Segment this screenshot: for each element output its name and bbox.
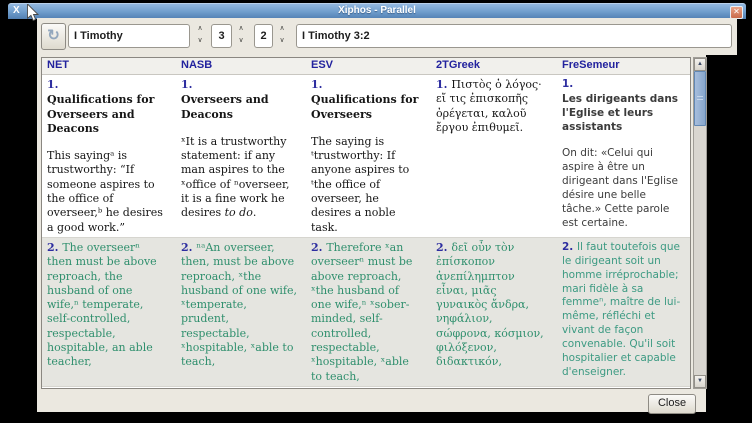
verse-cell-2tgreek-2: 2. δεῖ οὖν τὸν ἐπίσκοπον ἀνεπίλημπτον εἶ… xyxy=(431,238,557,386)
verse-number: 1. xyxy=(311,78,422,92)
verse-cell-2tgreek-3: 3. μὴ πάροινον, μὴ πλήκτην, ἀλλὰ ἐπιεικῆ… xyxy=(431,387,557,389)
verse-number: 1. xyxy=(47,78,167,92)
verse-text: ˣIt is a trustworthy statement: if any m… xyxy=(181,135,297,221)
verse-text: 2. δεῖ οὖν τὸν ἐπίσκοπον ἀνεπίλημπτον εἶ… xyxy=(436,241,548,370)
parallel-view-body: NET NASB ESV 2TGreek FreSemeur 1. Qualif… xyxy=(37,55,706,412)
chapter-spin-down-icon[interactable]: ∨ xyxy=(235,35,247,47)
window-title: Xiphos - Parallel xyxy=(8,5,746,16)
module-header-net[interactable]: NET xyxy=(42,58,176,74)
verse-cell-fresemeur-3: 3. Il ne doit pas être buveur ni querell… xyxy=(557,387,690,389)
desktop-background: X Xiphos - Parallel ✕ ↻ ∧ ∨ 3 ∧ ∨ 2 ∧ ∨ … xyxy=(0,0,752,423)
verse-text: 1. Πιστὸς ὁ λόγος· εἴ τις ἐπισκοπῆς ὀρέγ… xyxy=(436,78,548,135)
window-titlebar[interactable]: X Xiphos - Parallel ✕ xyxy=(8,3,746,19)
chapter-spin-up-icon[interactable]: ∧ xyxy=(235,23,247,35)
book-spin-down-icon[interactable]: ∨ xyxy=(194,35,206,47)
book-spin-up-icon[interactable]: ∧ xyxy=(194,23,206,35)
section-heading: Qualifications for Overseers xyxy=(311,93,422,122)
verse-text: 2. The overseerⁿ then must be above repr… xyxy=(47,241,167,370)
verse-cell-2tgreek-1: 1. Πιστὸς ὁ λόγος· εἴ τις ἐπισκοπῆς ὀρέγ… xyxy=(431,75,557,237)
section-heading: Les dirigeants dans l'Eglise et leurs as… xyxy=(562,93,681,135)
verse-cell-fresemeur-2: 2. Il faut toutefois que le dirigeant so… xyxy=(557,238,690,386)
navigation-toolbar: ↻ ∧ ∨ 3 ∧ ∨ 2 ∧ ∨ xyxy=(37,18,737,55)
verse-cell-esv-2: 2. Therefore ˣan overseerⁿ must be above… xyxy=(306,238,431,386)
book-spin-arrows: ∧ ∨ xyxy=(194,23,206,49)
mouse-cursor xyxy=(26,4,41,22)
verse-cell-net-2: 2. The overseerⁿ then must be above repr… xyxy=(42,238,176,386)
module-header-nasb[interactable]: NASB xyxy=(176,58,306,74)
verse-row-1: 1. Qualifications for Overseers and Deac… xyxy=(42,75,690,237)
section-heading: Qualifications for Overseers and Deacons xyxy=(47,93,167,136)
verse-cell-nasb-3: 3. ˣnot addicted to wine ⁿor pugnacious,… xyxy=(176,387,306,389)
verse-text: The saying is ᵗtrustworthy: If anyone as… xyxy=(311,135,422,235)
reference-input[interactable] xyxy=(296,24,732,48)
chapter-spin-arrows: ∧ ∨ xyxy=(235,23,247,49)
verse-number: 1. xyxy=(562,78,681,92)
verse-text: 2. Il faut toutefois que le dirigeant so… xyxy=(562,241,681,380)
verse-cell-fresemeur-1: 1. Les dirigeants dans l'Eglise et leurs… xyxy=(557,75,690,237)
refresh-button[interactable]: ↻ xyxy=(41,23,66,50)
book-combo-input[interactable] xyxy=(68,24,190,48)
verse-cell-nasb-2: 2. ⁿᵃAn overseer, then, must be above re… xyxy=(176,238,306,386)
verse-spin-down-icon[interactable]: ∨ xyxy=(276,35,288,47)
scroll-up-icon[interactable]: ▲ xyxy=(694,58,706,71)
verse-text: 2. ⁿᵃAn overseer, then, must be above re… xyxy=(181,241,297,370)
chapter-spinner[interactable]: 3 xyxy=(211,24,232,48)
verse-row-2-current: 2. The overseerⁿ then must be above repr… xyxy=(42,237,690,387)
verse-text: This sayingᵃ is trustworthy: “If someone… xyxy=(47,149,167,235)
module-header-esv[interactable]: ESV xyxy=(306,58,431,74)
module-header-row: NET NASB ESV 2TGreek FreSemeur xyxy=(42,58,690,75)
verse-text: 2. Therefore ˣan overseerⁿ must be above… xyxy=(311,241,422,384)
scroll-down-icon[interactable]: ▼ xyxy=(694,375,706,388)
verse-number: 1. xyxy=(181,78,297,92)
verse-cell-nasb-1: 1. Overseers and Deacons ˣIt is a trustw… xyxy=(176,75,306,237)
section-heading: Overseers and Deacons xyxy=(181,93,297,122)
vertical-scrollbar[interactable]: ▲ ▼ xyxy=(693,57,707,389)
parallel-table: NET NASB ESV 2TGreek FreSemeur 1. Qualif… xyxy=(41,57,691,389)
verse-row-3: 3. not a drunkard, not violent, but gent… xyxy=(42,387,690,389)
verse-cell-esv-1: 1. Qualifications for Overseers The sayi… xyxy=(306,75,431,237)
scrollbar-thumb[interactable] xyxy=(694,71,706,126)
verse-spinner[interactable]: 2 xyxy=(254,24,273,48)
verse-spin-arrows: ∧ ∨ xyxy=(276,23,288,49)
thumb-grip xyxy=(697,96,703,102)
module-header-2tgreek[interactable]: 2TGreek xyxy=(431,58,557,74)
verse-text: On dit: «Celui qui aspire à être un diri… xyxy=(562,147,681,230)
module-header-fresemeur[interactable]: FreSemeur xyxy=(557,58,690,74)
verse-cell-net-1: 1. Qualifications for Overseers and Deac… xyxy=(42,75,176,237)
verse-cell-net-3: 3. not a drunkard, not violent, but gent… xyxy=(42,387,176,389)
verse-spin-up-icon[interactable]: ∧ xyxy=(276,23,288,35)
verse-cell-esv-3: 3. not a drunkard, not violent but ˣgent… xyxy=(306,387,431,389)
close-button[interactable]: Close xyxy=(648,394,696,414)
